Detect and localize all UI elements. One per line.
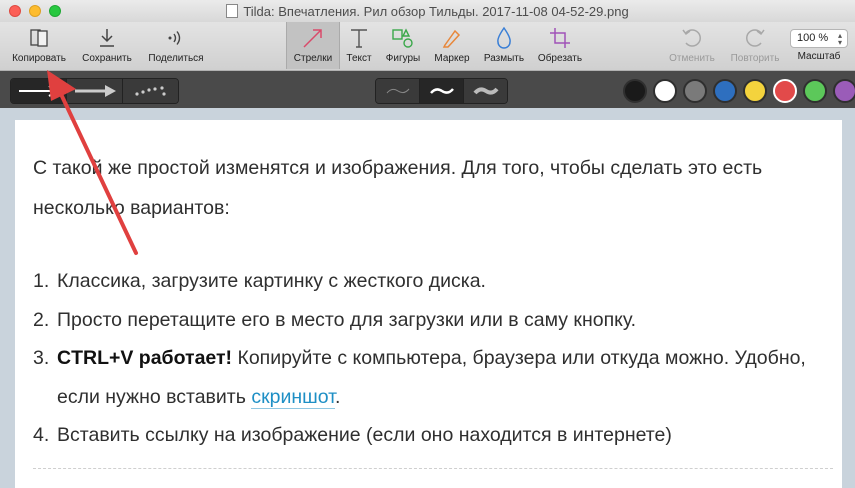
line-thickness-medium[interactable] <box>420 79 464 103</box>
copy-label: Копировать <box>12 53 66 64</box>
undo-icon <box>680 26 704 50</box>
copy-icon <box>28 26 50 50</box>
intro-paragraph: С такой же простой изменятся и изображен… <box>33 157 763 219</box>
color-swatch[interactable] <box>833 79 855 103</box>
document-page: С такой же простой изменятся и изображен… <box>15 120 842 488</box>
options-list: 1. Классика, загрузите картинку с жестког… <box>33 262 833 455</box>
download-icon <box>97 26 117 50</box>
line-thickness-thin[interactable] <box>376 79 420 103</box>
blur-label: Размыть <box>483 53 525 64</box>
redo-button[interactable]: Повторить <box>724 22 786 69</box>
text-tool-icon <box>348 26 370 50</box>
list-item: 1. Классика, загрузите картинку с жестког… <box>33 262 833 301</box>
list-number: 3. <box>33 347 50 369</box>
undo-button[interactable]: Отменить <box>664 22 720 69</box>
line-thickness-group <box>375 78 508 104</box>
title-bar: Tilda: Впечатления. Рил обзор Тильды. 20… <box>0 0 855 22</box>
thin-arrow-icon <box>18 85 59 97</box>
window-title: Tilda: Впечатления. Рил обзор Тильды. 20… <box>0 4 855 19</box>
color-swatch[interactable] <box>713 79 737 103</box>
list-number: 4. <box>33 424 50 446</box>
dotted-arrow-icon <box>134 86 166 96</box>
tool-crop[interactable]: Обрезать <box>532 22 588 69</box>
color-swatch[interactable] <box>683 79 707 103</box>
color-palette <box>623 79 855 103</box>
app-window: Tilda: Впечатления. Рил обзор Тильды. 20… <box>0 0 855 488</box>
list-item-text: Классика, загрузите картинку с жесткого … <box>57 270 486 292</box>
window-title-text: Tilda: Впечатления. Рил обзор Тильды. 20… <box>243 4 629 19</box>
marker-label: Маркер <box>434 53 470 64</box>
save-label: Сохранить <box>82 53 132 64</box>
crop-icon <box>549 26 571 50</box>
list-number: 2. <box>33 308 50 331</box>
arrow-style-group <box>10 78 179 104</box>
zoom-label: Масштаб <box>797 51 841 62</box>
thick-wave-icon <box>472 87 499 95</box>
list-item-bold: CTRL+V работает! <box>57 347 233 369</box>
color-swatch[interactable] <box>743 79 767 103</box>
shapes-tool-icon <box>391 26 415 50</box>
line-thickness-thick[interactable] <box>464 79 507 103</box>
airdrop-icon <box>166 26 186 50</box>
tool-arrows[interactable]: Стрелки <box>286 22 340 69</box>
color-swatch[interactable] <box>623 79 647 103</box>
text-label: Текст <box>346 53 372 64</box>
share-label: Поделиться <box>148 53 204 64</box>
arrow-tool-icon <box>301 26 325 50</box>
zoom-control: Масштаб <box>788 22 850 69</box>
list-item-text: Просто перетащите его в место для загруз… <box>57 308 637 331</box>
screenshot-link[interactable]: скриншот <box>251 385 335 409</box>
list-item-text: Вставить ссылку на изображение (если оно… <box>57 424 672 446</box>
arrows-label: Стрелки <box>293 53 333 64</box>
redo-icon <box>743 26 767 50</box>
medium-wave-icon <box>429 88 454 94</box>
document-icon <box>226 4 239 18</box>
copy-button[interactable]: Копировать <box>6 22 72 69</box>
marker-tool-icon <box>440 26 464 50</box>
color-swatch[interactable] <box>653 79 677 103</box>
thin-wave-icon <box>386 88 409 94</box>
shapes-label: Фигуры <box>385 53 421 64</box>
list-item: 2. Просто перетащите его в место для загр… <box>33 301 833 340</box>
list-number: 1. <box>33 270 50 292</box>
image-canvas: С такой же простой изменятся и изображен… <box>0 108 855 488</box>
tool-marker[interactable]: Маркер <box>428 22 476 69</box>
divider <box>33 468 833 469</box>
color-swatch[interactable] <box>803 79 827 103</box>
tool-text[interactable]: Текст <box>341 22 377 69</box>
tool-blur[interactable]: Размыть <box>478 22 530 69</box>
share-button[interactable]: Поделиться <box>142 22 210 69</box>
tool-shapes[interactable]: Фигуры <box>380 22 426 69</box>
redo-label: Повторить <box>730 53 780 64</box>
list-item: 4. Вставить ссылку на изображение (если о… <box>33 416 833 455</box>
color-swatch[interactable] <box>773 79 797 103</box>
drop-icon <box>494 26 514 50</box>
save-button[interactable]: Сохранить <box>76 22 138 69</box>
list-item-tail: . <box>334 385 341 408</box>
crop-label: Обрезать <box>537 53 583 64</box>
arrow-style-dotted[interactable] <box>123 79 178 103</box>
toolbar: Копировать Сохранить Поделиться Стрелки … <box>0 22 855 71</box>
arrow-style-thick[interactable] <box>67 79 123 103</box>
tool-options-bar <box>0 71 855 108</box>
undo-label: Отменить <box>669 53 715 64</box>
arrow-style-thin[interactable] <box>11 79 67 103</box>
list-item: 3. CTRL+V работает! Копируйте с компьютер… <box>33 339 833 416</box>
thick-arrow-icon <box>74 85 116 97</box>
